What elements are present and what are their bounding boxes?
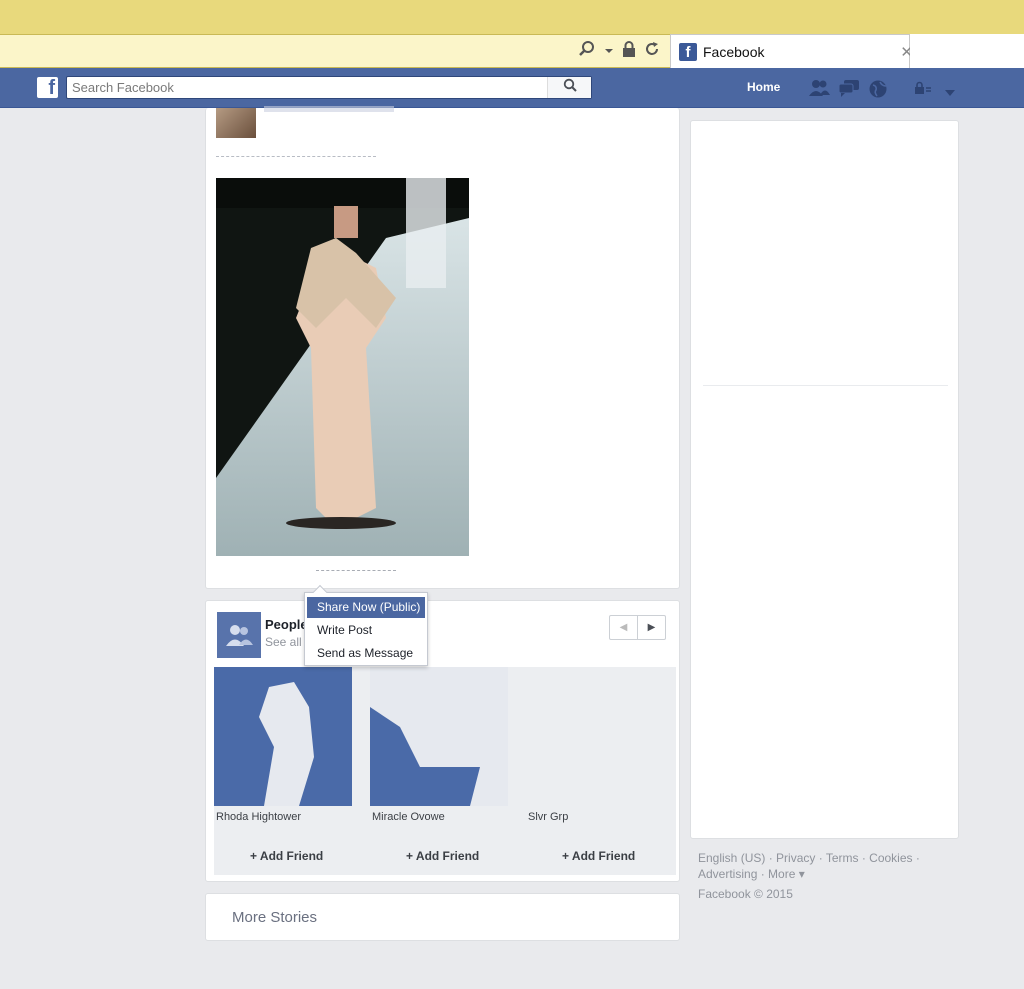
footer-link-more[interactable]: More: [768, 867, 795, 881]
browser-title-bar: [0, 0, 1024, 34]
footer-link-language[interactable]: English (US): [698, 851, 765, 865]
post-photo[interactable]: [216, 178, 469, 556]
browser-tab[interactable]: f Facebook ✕: [670, 34, 913, 68]
search-icon[interactable]: [578, 40, 596, 63]
tab-title: Facebook: [703, 43, 765, 60]
send-as-message-option[interactable]: Send as Message: [307, 643, 425, 664]
write-post-option[interactable]: Write Post: [307, 620, 425, 641]
lock-icon[interactable]: [622, 41, 636, 62]
search-icon: [563, 78, 577, 97]
more-stories[interactable]: More Stories: [205, 893, 680, 941]
globe-icon[interactable]: [868, 79, 888, 104]
footer-link-advertising[interactable]: Advertising: [698, 867, 757, 881]
people-pager: ◀ ▶: [609, 615, 666, 640]
footer-link-privacy[interactable]: Privacy: [776, 851, 815, 865]
suggestion-name[interactable]: Miracle Ovowe: [372, 811, 445, 823]
people-title[interactable]: People: [265, 617, 308, 632]
footer-link-cookies[interactable]: Cookies: [869, 851, 912, 865]
divider: [703, 385, 948, 386]
suggestion-photo[interactable]: [526, 667, 664, 806]
people-you-may-know: People See all ◀ ▶ Rhoda Hightower + Add…: [205, 600, 680, 882]
post-actions[interactable]: [316, 570, 396, 574]
suggestion-name[interactable]: Slvr Grp: [528, 811, 568, 823]
privacy-icon[interactable]: [914, 81, 932, 100]
chevron-down-icon: ▾: [795, 867, 805, 881]
facebook-logo-icon[interactable]: f: [37, 77, 58, 98]
friends-icon[interactable]: [808, 79, 830, 102]
next-button[interactable]: ▶: [638, 616, 665, 639]
add-friend-button[interactable]: + Add Friend: [562, 849, 635, 863]
copyright: Facebook © 2015: [698, 887, 793, 901]
right-column: [690, 120, 959, 839]
news-feed-post: [205, 106, 680, 589]
messages-icon[interactable]: [838, 79, 860, 102]
footer-link-terms[interactable]: Terms: [826, 851, 859, 865]
search-box[interactable]: [66, 76, 592, 99]
facebook-favicon-icon: f: [679, 42, 697, 61]
facebook-header: f Home: [0, 68, 1024, 108]
address-bar[interactable]: [0, 34, 670, 68]
more-stories-label: More Stories: [232, 909, 318, 926]
post-text-line: [216, 156, 376, 158]
suggestion-photo[interactable]: [370, 667, 508, 806]
tab-strip: [910, 34, 1024, 68]
post-author-line: [264, 106, 394, 112]
people-icon: [217, 612, 261, 658]
people-carousel: Rhoda Hightower + Add Friend Miracle Ovo…: [214, 667, 676, 875]
see-all-link[interactable]: See all: [265, 635, 302, 649]
search-input[interactable]: [67, 77, 547, 98]
home-link[interactable]: Home: [747, 80, 780, 94]
dropdown-arrow-icon[interactable]: [604, 43, 614, 61]
share-menu: Share Now (Public) Write Post Send as Me…: [304, 584, 428, 666]
search-button[interactable]: [547, 77, 591, 98]
add-friend-button[interactable]: + Add Friend: [250, 849, 323, 863]
add-friend-button[interactable]: + Add Friend: [406, 849, 479, 863]
share-now-option[interactable]: Share Now (Public): [307, 597, 425, 618]
suggestion-name[interactable]: Rhoda Hightower: [216, 811, 301, 823]
previous-button[interactable]: ◀: [610, 616, 638, 639]
chevron-down-icon[interactable]: [944, 84, 956, 102]
suggestion-photo[interactable]: [214, 667, 352, 806]
footer: English (US) · Privacy · Terms · Cookies…: [698, 850, 958, 902]
refresh-icon[interactable]: [644, 41, 660, 62]
post-author-avatar[interactable]: [216, 108, 256, 138]
